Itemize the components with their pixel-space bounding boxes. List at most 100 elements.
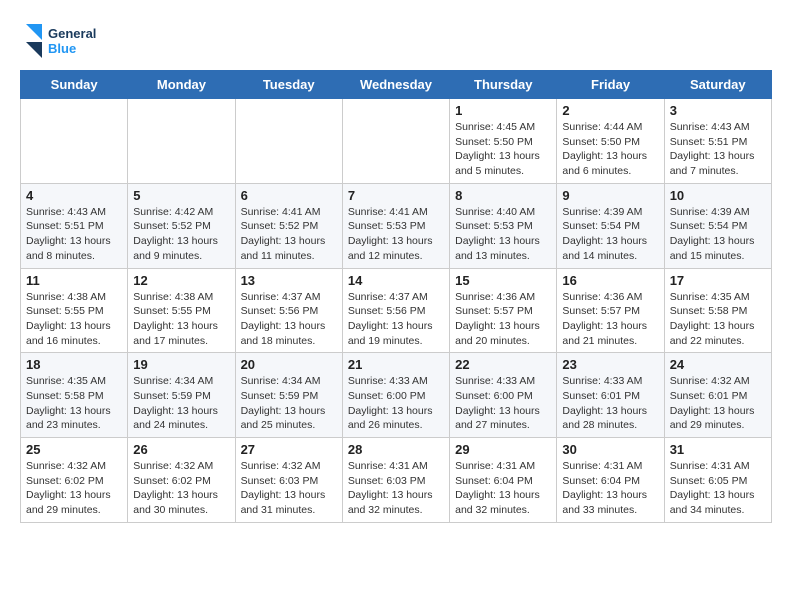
calendar-cell: [342, 99, 449, 184]
day-info: Sunrise: 4:34 AM Sunset: 5:59 PM Dayligh…: [241, 374, 337, 433]
calendar-cell: 23 Sunrise: 4:33 AM Sunset: 6:01 PM Dayli…: [557, 353, 664, 438]
calendar-cell: 1 Sunrise: 4:45 AM Sunset: 5:50 PM Daylig…: [450, 99, 557, 184]
day-info: Sunrise: 4:32 AM Sunset: 6:03 PM Dayligh…: [241, 459, 337, 518]
day-number: 5: [133, 188, 229, 203]
calendar-cell: 31 Sunrise: 4:31 AM Sunset: 6:05 PM Dayli…: [664, 438, 771, 523]
day-number: 18: [26, 357, 122, 372]
day-info: Sunrise: 4:43 AM Sunset: 5:51 PM Dayligh…: [670, 120, 766, 179]
days-header-row: SundayMondayTuesdayWednesdayThursdayFrid…: [21, 71, 772, 99]
calendar-cell: 18 Sunrise: 4:35 AM Sunset: 5:58 PM Dayli…: [21, 353, 128, 438]
day-info: Sunrise: 4:44 AM Sunset: 5:50 PM Dayligh…: [562, 120, 658, 179]
day-number: 16: [562, 273, 658, 288]
calendar-cell: 15 Sunrise: 4:36 AM Sunset: 5:57 PM Dayli…: [450, 268, 557, 353]
day-info: Sunrise: 4:32 AM Sunset: 6:01 PM Dayligh…: [670, 374, 766, 433]
calendar-cell: 2 Sunrise: 4:44 AM Sunset: 5:50 PM Daylig…: [557, 99, 664, 184]
day-number: 27: [241, 442, 337, 457]
day-info: Sunrise: 4:31 AM Sunset: 6:05 PM Dayligh…: [670, 459, 766, 518]
day-number: 4: [26, 188, 122, 203]
calendar-cell: 28 Sunrise: 4:31 AM Sunset: 6:03 PM Dayli…: [342, 438, 449, 523]
day-header-thursday: Thursday: [450, 71, 557, 99]
day-number: 3: [670, 103, 766, 118]
calendar-cell: 10Sunrise: 4:39 AM Sunset: 5:54 PM Dayli…: [664, 183, 771, 268]
day-number: 12: [133, 273, 229, 288]
day-info: Sunrise: 4:34 AM Sunset: 5:59 PM Dayligh…: [133, 374, 229, 433]
day-info: Sunrise: 4:32 AM Sunset: 6:02 PM Dayligh…: [133, 459, 229, 518]
day-number: 6: [241, 188, 337, 203]
day-info: Sunrise: 4:31 AM Sunset: 6:04 PM Dayligh…: [455, 459, 551, 518]
day-header-monday: Monday: [128, 71, 235, 99]
day-number: 21: [348, 357, 444, 372]
calendar-cell: 24 Sunrise: 4:32 AM Sunset: 6:01 PM Dayli…: [664, 353, 771, 438]
day-info: Sunrise: 4:40 AM Sunset: 5:53 PM Dayligh…: [455, 205, 551, 264]
day-info: Sunrise: 4:41 AM Sunset: 5:53 PM Dayligh…: [348, 205, 444, 264]
calendar-week-row: 4 Sunrise: 4:43 AM Sunset: 5:51 PM Daylig…: [21, 183, 772, 268]
day-info: Sunrise: 4:35 AM Sunset: 5:58 PM Dayligh…: [26, 374, 122, 433]
calendar-week-row: 18 Sunrise: 4:35 AM Sunset: 5:58 PM Dayli…: [21, 353, 772, 438]
day-info: Sunrise: 4:33 AM Sunset: 6:01 PM Dayligh…: [562, 374, 658, 433]
day-info: Sunrise: 4:31 AM Sunset: 6:03 PM Dayligh…: [348, 459, 444, 518]
calendar-cell: 30 Sunrise: 4:31 AM Sunset: 6:04 PM Dayli…: [557, 438, 664, 523]
day-number: 1: [455, 103, 551, 118]
calendar-cell: 7 Sunrise: 4:41 AM Sunset: 5:53 PM Daylig…: [342, 183, 449, 268]
day-number: 7: [348, 188, 444, 203]
logo-svg: GeneralBlue: [20, 20, 100, 60]
day-number: 14: [348, 273, 444, 288]
day-header-tuesday: Tuesday: [235, 71, 342, 99]
calendar-table: SundayMondayTuesdayWednesdayThursdayFrid…: [20, 70, 772, 523]
day-number: 15: [455, 273, 551, 288]
day-number: 17: [670, 273, 766, 288]
day-number: 9: [562, 188, 658, 203]
calendar-cell: 8 Sunrise: 4:40 AM Sunset: 5:53 PM Daylig…: [450, 183, 557, 268]
day-info: Sunrise: 4:33 AM Sunset: 6:00 PM Dayligh…: [348, 374, 444, 433]
calendar-cell: [21, 99, 128, 184]
calendar-cell: 25 Sunrise: 4:32 AM Sunset: 6:02 PM Dayli…: [21, 438, 128, 523]
day-number: 30: [562, 442, 658, 457]
day-info: Sunrise: 4:37 AM Sunset: 5:56 PM Dayligh…: [241, 290, 337, 349]
day-number: 22: [455, 357, 551, 372]
calendar-cell: 20 Sunrise: 4:34 AM Sunset: 5:59 PM Dayli…: [235, 353, 342, 438]
day-number: 25: [26, 442, 122, 457]
calendar-cell: 14Sunrise: 4:37 AM Sunset: 5:56 PM Dayli…: [342, 268, 449, 353]
calendar-cell: 11Sunrise: 4:38 AM Sunset: 5:55 PM Dayli…: [21, 268, 128, 353]
day-number: 20: [241, 357, 337, 372]
calendar-week-row: 11Sunrise: 4:38 AM Sunset: 5:55 PM Dayli…: [21, 268, 772, 353]
day-number: 8: [455, 188, 551, 203]
day-info: Sunrise: 4:32 AM Sunset: 6:02 PM Dayligh…: [26, 459, 122, 518]
calendar-cell: 27 Sunrise: 4:32 AM Sunset: 6:03 PM Dayli…: [235, 438, 342, 523]
day-number: 31: [670, 442, 766, 457]
calendar-cell: 29Sunrise: 4:31 AM Sunset: 6:04 PM Dayli…: [450, 438, 557, 523]
day-info: Sunrise: 4:39 AM Sunset: 5:54 PM Dayligh…: [562, 205, 658, 264]
day-number: 24: [670, 357, 766, 372]
day-number: 23: [562, 357, 658, 372]
day-number: 10: [670, 188, 766, 203]
calendar-cell: 3 Sunrise: 4:43 AM Sunset: 5:51 PM Daylig…: [664, 99, 771, 184]
day-info: Sunrise: 4:38 AM Sunset: 5:55 PM Dayligh…: [133, 290, 229, 349]
day-number: 28: [348, 442, 444, 457]
day-info: Sunrise: 4:41 AM Sunset: 5:52 PM Dayligh…: [241, 205, 337, 264]
calendar-cell: [235, 99, 342, 184]
calendar-cell: 6 Sunrise: 4:41 AM Sunset: 5:52 PM Daylig…: [235, 183, 342, 268]
day-number: 2: [562, 103, 658, 118]
day-info: Sunrise: 4:45 AM Sunset: 5:50 PM Dayligh…: [455, 120, 551, 179]
calendar-week-row: 25 Sunrise: 4:32 AM Sunset: 6:02 PM Dayli…: [21, 438, 772, 523]
calendar-cell: 9 Sunrise: 4:39 AM Sunset: 5:54 PM Daylig…: [557, 183, 664, 268]
calendar-cell: 16Sunrise: 4:36 AM Sunset: 5:57 PM Dayli…: [557, 268, 664, 353]
calendar-cell: 12 Sunrise: 4:38 AM Sunset: 5:55 PM Dayli…: [128, 268, 235, 353]
calendar-cell: 22Sunrise: 4:33 AM Sunset: 6:00 PM Dayli…: [450, 353, 557, 438]
day-number: 13: [241, 273, 337, 288]
day-number: 19: [133, 357, 229, 372]
day-info: Sunrise: 4:38 AM Sunset: 5:55 PM Dayligh…: [26, 290, 122, 349]
calendar-cell: 5 Sunrise: 4:42 AM Sunset: 5:52 PM Daylig…: [128, 183, 235, 268]
day-info: Sunrise: 4:31 AM Sunset: 6:04 PM Dayligh…: [562, 459, 658, 518]
calendar-cell: 17 Sunrise: 4:35 AM Sunset: 5:58 PM Dayli…: [664, 268, 771, 353]
day-info: Sunrise: 4:35 AM Sunset: 5:58 PM Dayligh…: [670, 290, 766, 349]
calendar-cell: [128, 99, 235, 184]
day-info: Sunrise: 4:36 AM Sunset: 5:57 PM Dayligh…: [455, 290, 551, 349]
day-info: Sunrise: 4:43 AM Sunset: 5:51 PM Dayligh…: [26, 205, 122, 264]
calendar-cell: 26Sunrise: 4:32 AM Sunset: 6:02 PM Dayli…: [128, 438, 235, 523]
day-info: Sunrise: 4:42 AM Sunset: 5:52 PM Dayligh…: [133, 205, 229, 264]
day-header-friday: Friday: [557, 71, 664, 99]
calendar-cell: 19 Sunrise: 4:34 AM Sunset: 5:59 PM Dayli…: [128, 353, 235, 438]
calendar-week-row: 1 Sunrise: 4:45 AM Sunset: 5:50 PM Daylig…: [21, 99, 772, 184]
svg-text:Blue: Blue: [48, 41, 76, 56]
